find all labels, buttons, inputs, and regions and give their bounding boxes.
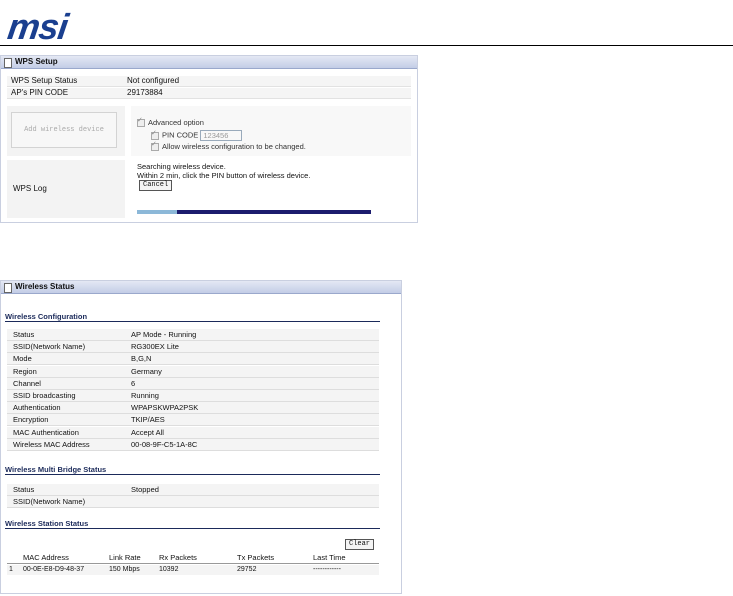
config-key: SSID(Network Name) bbox=[13, 342, 86, 352]
config-row: Mode B,G,N bbox=[7, 353, 379, 366]
config-row: SSID(Network Name) RG300EX Lite bbox=[7, 341, 379, 354]
add-device-area: Add wireless device bbox=[7, 106, 125, 156]
config-value: WPAPSKWPA2PSK bbox=[131, 403, 199, 413]
config-key: Mode bbox=[13, 354, 32, 364]
col-last-time: Last Time bbox=[313, 553, 346, 562]
wps-log-line-1: Searching wireless device. bbox=[137, 162, 226, 171]
allow-config-label: Allow wireless configuration to be chang… bbox=[162, 142, 306, 151]
config-row: Region Germany bbox=[7, 365, 379, 378]
wps-progress-bar bbox=[137, 210, 371, 214]
clear-button[interactable]: Clear bbox=[345, 539, 375, 550]
station-table-header: MAC Address Link Rate Rx Packets Tx Pack… bbox=[7, 553, 379, 564]
config-row: Status AP Mode - Running bbox=[7, 329, 379, 341]
bridge-row: SSID(Network Name) bbox=[7, 496, 379, 509]
advanced-option-row: Advanced option bbox=[137, 116, 204, 128]
config-value: TKIP/AES bbox=[131, 415, 165, 425]
station-status-heading: Wireless Station Status bbox=[5, 519, 89, 528]
config-value: Accept All bbox=[131, 427, 164, 437]
table-row: 1 00-0E-E8-D9-48-37 150 Mbps 10392 29752… bbox=[7, 565, 379, 575]
wps-status-value: Not configured bbox=[127, 76, 180, 85]
config-key: Authentication bbox=[13, 403, 61, 413]
advanced-option-checkbox[interactable] bbox=[137, 116, 145, 128]
wps-setup-panel: WPS Setup WPS Setup Status Not configure… bbox=[0, 55, 418, 223]
pin-code-checkbox[interactable] bbox=[151, 129, 159, 140]
config-row: SSID broadcasting Running bbox=[7, 390, 379, 402]
wps-setup-header: WPS Setup bbox=[1, 56, 417, 69]
wps-status-row: WPS Setup Status Not configured bbox=[7, 76, 411, 87]
wireless-config-rule bbox=[5, 321, 380, 322]
col-link-rate: Link Rate bbox=[109, 553, 141, 562]
allow-config-row: Allow wireless configuration to be chang… bbox=[151, 140, 306, 152]
advanced-option-label: Advanced option bbox=[148, 118, 204, 127]
multi-bridge-rule bbox=[5, 474, 380, 475]
station-link-rate: 150 Mbps bbox=[109, 566, 140, 573]
wps-log-content: Searching wireless device. Within 2 min,… bbox=[131, 160, 411, 218]
pin-code-row: PIN CODE 123456 bbox=[151, 129, 243, 141]
bridge-row: Status Stopped bbox=[7, 484, 379, 496]
allow-config-checkbox[interactable] bbox=[151, 140, 159, 152]
config-row: Encryption TKIP/AES bbox=[7, 414, 379, 427]
wireless-status-title: Wireless Status bbox=[15, 282, 75, 291]
station-mac: 00-0E-E8-D9-48-37 bbox=[23, 566, 85, 573]
config-value: 00-08-9F-C5-1A-8C bbox=[131, 439, 198, 449]
bridge-key: Status bbox=[13, 485, 35, 494]
add-wireless-device-button[interactable]: Add wireless device bbox=[11, 112, 117, 148]
config-key: Encryption bbox=[13, 415, 49, 425]
document-icon bbox=[4, 283, 12, 293]
ap-pin-label: AP's PIN CODE bbox=[11, 88, 69, 97]
ap-pin-row: AP's PIN CODE 29173884 bbox=[7, 88, 411, 99]
wps-status-label: WPS Setup Status bbox=[11, 76, 78, 85]
station-index: 1 bbox=[9, 566, 13, 573]
config-value: Germany bbox=[131, 366, 162, 376]
wireless-status-panel: Wireless Status Wireless Configuration S… bbox=[0, 280, 402, 594]
config-value: B,G,N bbox=[131, 354, 152, 364]
station-status-rule bbox=[5, 528, 380, 529]
config-row: Channel 6 bbox=[7, 377, 379, 390]
wireless-status-header: Wireless Status bbox=[1, 281, 401, 294]
config-value: 6 bbox=[131, 378, 136, 388]
config-key: Status bbox=[13, 330, 35, 339]
config-value: RG300EX Lite bbox=[131, 342, 179, 352]
pin-code-label: PIN CODE bbox=[162, 130, 199, 140]
cancel-button[interactable]: Cancel bbox=[139, 180, 173, 191]
wps-setup-title: WPS Setup bbox=[15, 57, 58, 66]
ap-pin-value: 29173884 bbox=[127, 88, 163, 97]
col-mac-address: MAC Address bbox=[23, 553, 69, 562]
msi-logo: msi bbox=[5, 6, 70, 47]
bridge-value: Stopped bbox=[131, 485, 159, 494]
col-rx-packets: Rx Packets bbox=[159, 553, 197, 562]
config-key: Region bbox=[13, 366, 37, 376]
config-row: Wireless MAC Address 00-08-9F-C5-1A-8C bbox=[7, 438, 379, 451]
config-key: SSID broadcasting bbox=[13, 391, 76, 400]
advanced-options: Advanced option PIN CODE 123456 Allow wi… bbox=[131, 106, 411, 156]
pin-code-input[interactable]: 123456 bbox=[200, 130, 243, 141]
config-row: MAC Authentication Accept All bbox=[7, 426, 379, 439]
header-divider bbox=[0, 45, 733, 46]
wireless-config-heading: Wireless Configuration bbox=[5, 312, 88, 321]
bridge-key: SSID(Network Name) bbox=[13, 497, 86, 507]
station-tx: 29752 bbox=[237, 566, 257, 573]
wps-log-line-2: Within 2 min, click the PIN button of wi… bbox=[137, 171, 311, 180]
station-rx: 10392 bbox=[159, 566, 179, 573]
config-value: Running bbox=[131, 391, 159, 400]
config-key: Wireless MAC Address bbox=[13, 439, 90, 449]
col-tx-packets: Tx Packets bbox=[237, 553, 275, 562]
config-key: Channel bbox=[13, 378, 41, 388]
wps-log-label: WPS Log bbox=[13, 184, 47, 193]
config-row: Authentication WPAPSKWPA2PSK bbox=[7, 402, 379, 415]
station-last-time: ------------ bbox=[313, 566, 341, 573]
document-icon bbox=[4, 58, 12, 68]
config-value: AP Mode - Running bbox=[131, 330, 197, 339]
wps-log-label-cell: WPS Log bbox=[7, 160, 125, 218]
multi-bridge-heading: Wireless Multi Bridge Status bbox=[5, 465, 107, 474]
config-key: MAC Authentication bbox=[13, 427, 79, 437]
wps-progress-fill bbox=[137, 210, 177, 214]
